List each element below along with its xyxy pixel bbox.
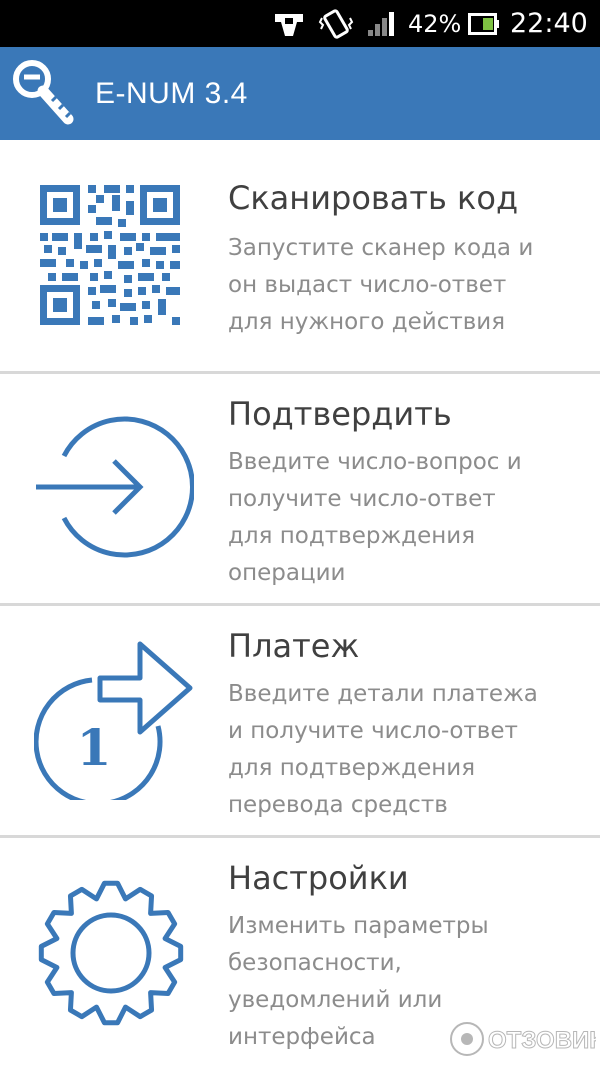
menu-item-title: Сканировать код — [228, 179, 519, 217]
gear-icon — [36, 878, 186, 1032]
menu-item-confirm[interactable]: Подтвердить Введите число-вопрос и получ… — [0, 374, 600, 604]
menu-item-title: Подтвердить — [228, 395, 452, 433]
payment-icon: 1 — [33, 640, 194, 807]
qr-code-icon — [38, 183, 182, 331]
watermark-text: ОТЗОВИК — [488, 1027, 596, 1054]
enter-arrow-icon — [34, 416, 195, 562]
status-bar: 42% 22:40 — [0, 0, 600, 47]
notification-icon — [272, 0, 308, 47]
menu-item-description: Запустите сканер кода и он выдаст число-… — [228, 235, 534, 335]
app-bar: E-NUM 3.4 — [0, 47, 600, 140]
otzovik-watermark: ОТЗОВИК — [448, 1018, 600, 1060]
menu-item-payment[interactable]: 1 Платеж Введите детали платежа и получи… — [0, 606, 600, 836]
menu-item-title: Платеж — [228, 627, 360, 665]
enum-key-logo-icon — [12, 57, 84, 129]
signal-icon — [366, 0, 400, 47]
menu-item-title: Настройки — [228, 859, 409, 897]
menu-item-description: Введите число-вопрос и получите число-от… — [228, 449, 522, 586]
menu-item-description: Введите детали платежа и получите число-… — [228, 681, 538, 818]
menu-item-scan-code[interactable]: Сканировать код Запустите сканер кода и … — [0, 140, 600, 372]
battery-percent: 42% — [408, 9, 462, 38]
svg-text:1: 1 — [77, 718, 112, 777]
battery-icon — [468, 0, 502, 47]
app-title: E-NUM 3.4 — [95, 77, 248, 110]
clock: 22:40 — [510, 8, 588, 39]
vibrate-icon — [318, 0, 358, 47]
